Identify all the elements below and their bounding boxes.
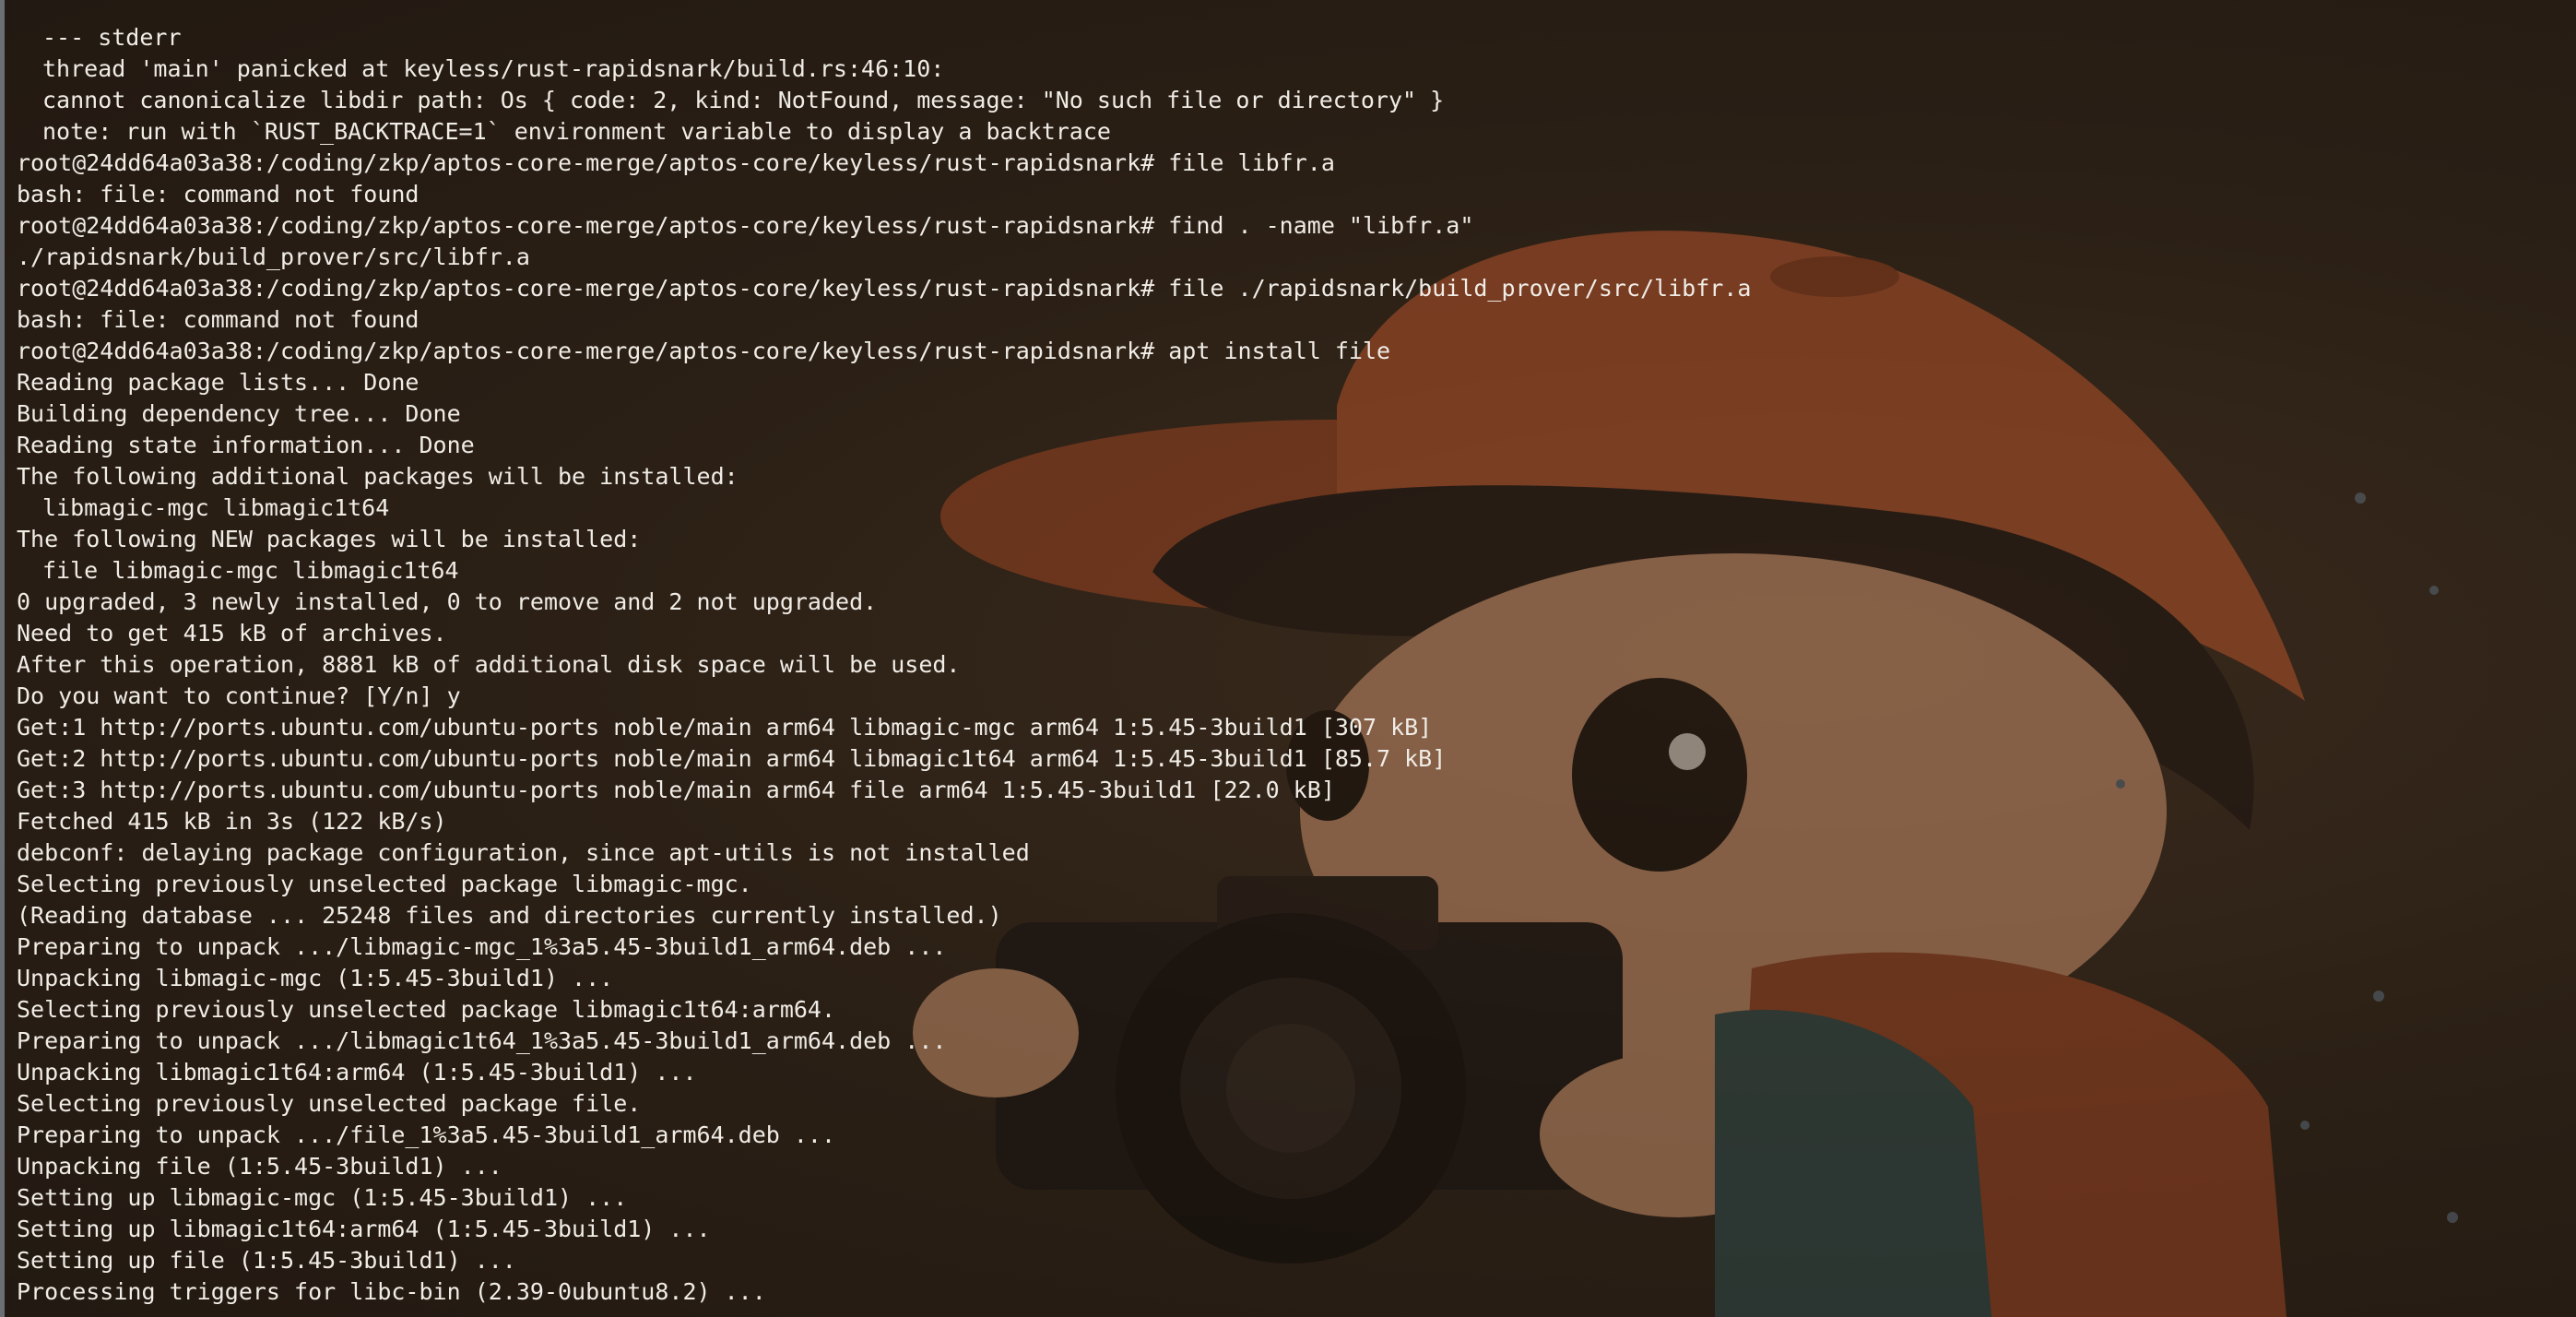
terminal-line: Reading package lists... Done xyxy=(17,369,419,396)
terminal-line: Do you want to continue? [Y/n] y xyxy=(17,682,461,709)
terminal-line: Preparing to unpack .../libmagic-mgc_1%3… xyxy=(17,933,947,960)
terminal-line: Get:3 http://ports.ubuntu.com/ubuntu-por… xyxy=(17,777,1335,803)
terminal-window[interactable]: --- stderr thread 'main' panicked at keyl… xyxy=(0,0,2576,1317)
terminal-line: Unpacking file (1:5.45-3build1) ... xyxy=(17,1153,502,1180)
terminal-line: Setting up libmagic-mgc (1:5.45-3build1)… xyxy=(17,1184,628,1211)
terminal-line: Unpacking libmagic1t64:arm64 (1:5.45-3bu… xyxy=(17,1059,697,1086)
terminal-line: Selecting previously unselected package … xyxy=(17,1090,642,1117)
terminal-line: bash: file: command not found xyxy=(17,181,419,208)
terminal-line: debconf: delaying package configuration,… xyxy=(17,839,1030,866)
terminal-line: Selecting previously unselected package … xyxy=(17,871,752,897)
terminal-line: Selecting previously unselected package … xyxy=(17,996,836,1023)
terminal-line: Get:2 http://ports.ubuntu.com/ubuntu-por… xyxy=(17,745,1447,772)
terminal-line: libmagic-mgc libmagic1t64 xyxy=(42,494,390,521)
terminal-line: Reading state information... Done xyxy=(17,432,475,458)
terminal-line: root@24dd64a03a38:/coding/zkp/aptos-core… xyxy=(17,212,1474,239)
terminal-line: cannot canonicalize libdir path: Os { co… xyxy=(42,87,1445,113)
terminal-line: After this operation, 8881 kB of additio… xyxy=(17,651,961,678)
terminal-line: Setting up file (1:5.45-3build1) ... xyxy=(17,1247,516,1274)
terminal-line: file libmagic-mgc libmagic1t64 xyxy=(42,557,459,584)
terminal-line: root@24dd64a03a38:/coding/zkp/aptos-core… xyxy=(17,275,1752,302)
window-left-edge xyxy=(0,0,5,1317)
terminal-line: bash: file: command not found xyxy=(17,306,419,333)
terminal-line: --- stderr xyxy=(42,24,182,51)
terminal-line: Get:1 http://ports.ubuntu.com/ubuntu-por… xyxy=(17,714,1433,741)
terminal-line: (Reading database ... 25248 files and di… xyxy=(17,902,1002,929)
terminal-line: Processing triggers for libc-bin (2.39-0… xyxy=(17,1278,766,1305)
terminal-line: The following additional packages will b… xyxy=(17,463,739,490)
terminal-line: 0 upgraded, 3 newly installed, 0 to remo… xyxy=(17,588,878,615)
terminal-line: The following NEW packages will be insta… xyxy=(17,526,642,552)
terminal-line: Unpacking libmagic-mgc (1:5.45-3build1) … xyxy=(17,965,614,991)
terminal-line: thread 'main' panicked at keyless/rust-r… xyxy=(42,55,945,82)
terminal-line: Setting up libmagic1t64:arm64 (1:5.45-3b… xyxy=(17,1216,711,1242)
terminal-line: Fetched 415 kB in 3s (122 kB/s) xyxy=(17,808,447,835)
terminal-line: Preparing to unpack .../file_1%3a5.45-3b… xyxy=(17,1121,836,1148)
terminal-line: note: run with `RUST_BACKTRACE=1` enviro… xyxy=(42,118,1111,145)
terminal-line: Building dependency tree... Done xyxy=(17,400,461,427)
terminal-line: ./rapidsnark/build_prover/src/libfr.a xyxy=(17,243,530,270)
terminal-line: root@24dd64a03a38:/coding/zkp/aptos-core… xyxy=(17,149,1335,176)
terminal-line: Need to get 415 kB of archives. xyxy=(17,620,447,647)
terminal-output[interactable]: --- stderr thread 'main' panicked at keyl… xyxy=(17,22,2576,1317)
terminal-line: root@24dd64a03a38:/coding/zkp/aptos-core… xyxy=(17,338,1391,364)
terminal-line: Preparing to unpack .../libmagic1t64_1%3… xyxy=(17,1027,947,1054)
